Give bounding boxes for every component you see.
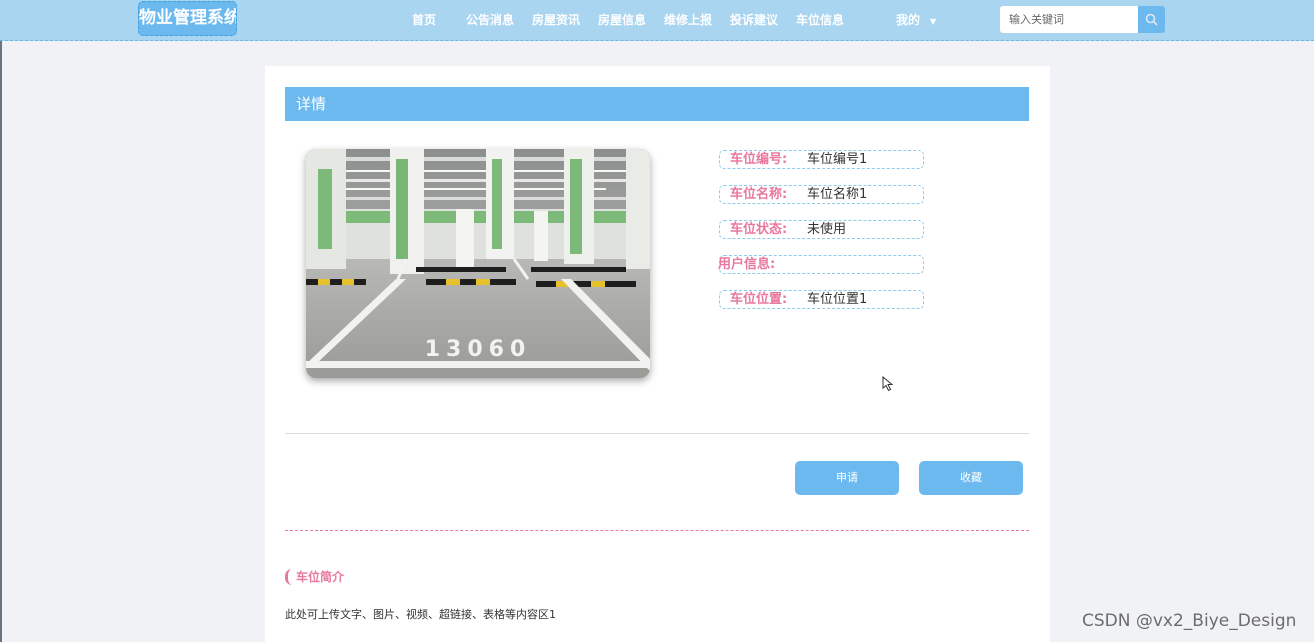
detail-section-title: 详情 xyxy=(285,87,1029,121)
nav-my-account-label: 我的 xyxy=(896,13,921,27)
info-space-number-value: 车位编号1 xyxy=(807,152,868,167)
nav-repair-report[interactable]: 维修上报 xyxy=(664,0,712,40)
intro-heading-text: 车位简介 xyxy=(296,570,345,584)
nav-complaints[interactable]: 投诉建议 xyxy=(730,0,778,40)
intro-content: 此处可上传文字、图片、视频、超链接、表格等内容区1 xyxy=(285,608,556,621)
nav-housing-info[interactable]: 房屋信息 xyxy=(598,0,646,40)
info-space-location: 车位位置: 车位位置1 xyxy=(719,290,924,309)
info-space-number-label: 车位编号: xyxy=(730,152,788,167)
intro-heading: 车位简介 xyxy=(285,568,344,586)
info-user-label: 用户信息: xyxy=(718,257,776,272)
info-space-name: 车位名称: 车位名称1 xyxy=(719,185,924,204)
parking-space-photo: 13060 xyxy=(306,149,650,378)
chevron-down-icon: ▼ xyxy=(930,17,937,26)
search-input[interactable] xyxy=(1000,6,1138,33)
info-space-number: 车位编号: 车位编号1 xyxy=(719,150,924,169)
info-space-name-value: 车位名称1 xyxy=(807,187,868,202)
info-space-name-label: 车位名称: xyxy=(730,187,788,202)
heading-accent-icon xyxy=(285,569,292,585)
site-logo[interactable]: 物业管理系统 xyxy=(138,1,237,36)
section-divider xyxy=(285,433,1029,434)
info-space-location-value: 车位位置1 xyxy=(807,292,868,307)
nav-housing-news[interactable]: 房屋资讯 xyxy=(532,0,580,40)
favorite-button[interactable]: 收藏 xyxy=(919,461,1023,495)
floor-number-text: 13060 xyxy=(425,337,532,362)
search-button[interactable] xyxy=(1138,6,1165,33)
search-icon xyxy=(1145,13,1158,26)
info-space-status: 车位状态: 未使用 xyxy=(719,220,924,239)
nav-my-account[interactable]: 我的 ▼ xyxy=(896,0,936,40)
info-space-status-value: 未使用 xyxy=(807,222,847,237)
info-user: 用户信息: xyxy=(718,255,924,274)
info-space-status-label: 车位状态: xyxy=(730,222,788,237)
nav-home[interactable]: 首页 xyxy=(412,0,436,40)
dashed-separator xyxy=(285,530,1029,531)
apply-button[interactable]: 申请 xyxy=(795,461,899,495)
detail-card: 详情 13060 车位编号: 车位编号1 车位名称: 车位名称1 车位状态: 未… xyxy=(265,66,1050,642)
top-header: 物业管理系统 首页 公告消息 房屋资讯 房屋信息 维修上报 投诉建议 车位信息 … xyxy=(0,0,1314,41)
window-left-edge xyxy=(0,0,2,642)
nav-parking-info[interactable]: 车位信息 xyxy=(796,0,844,40)
mouse-cursor-icon xyxy=(882,376,894,392)
watermark-text: CSDN @vx2_Biye_Design xyxy=(1082,611,1297,631)
nav-announcements[interactable]: 公告消息 xyxy=(466,0,514,40)
info-space-location-label: 车位位置: xyxy=(730,292,788,307)
